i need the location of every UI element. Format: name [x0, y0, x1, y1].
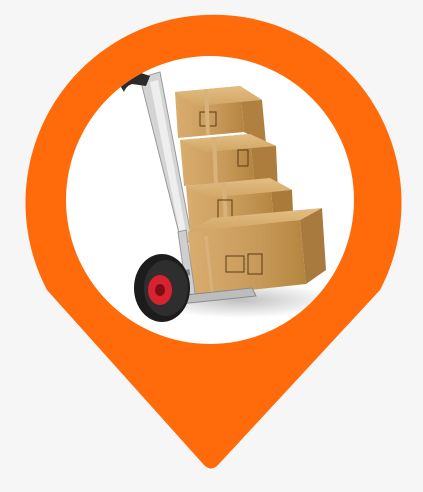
box-4 — [188, 208, 326, 296]
map-marker-graphic — [0, 0, 423, 492]
wheel — [134, 254, 190, 322]
map-pin-icon — [25, 14, 402, 469]
